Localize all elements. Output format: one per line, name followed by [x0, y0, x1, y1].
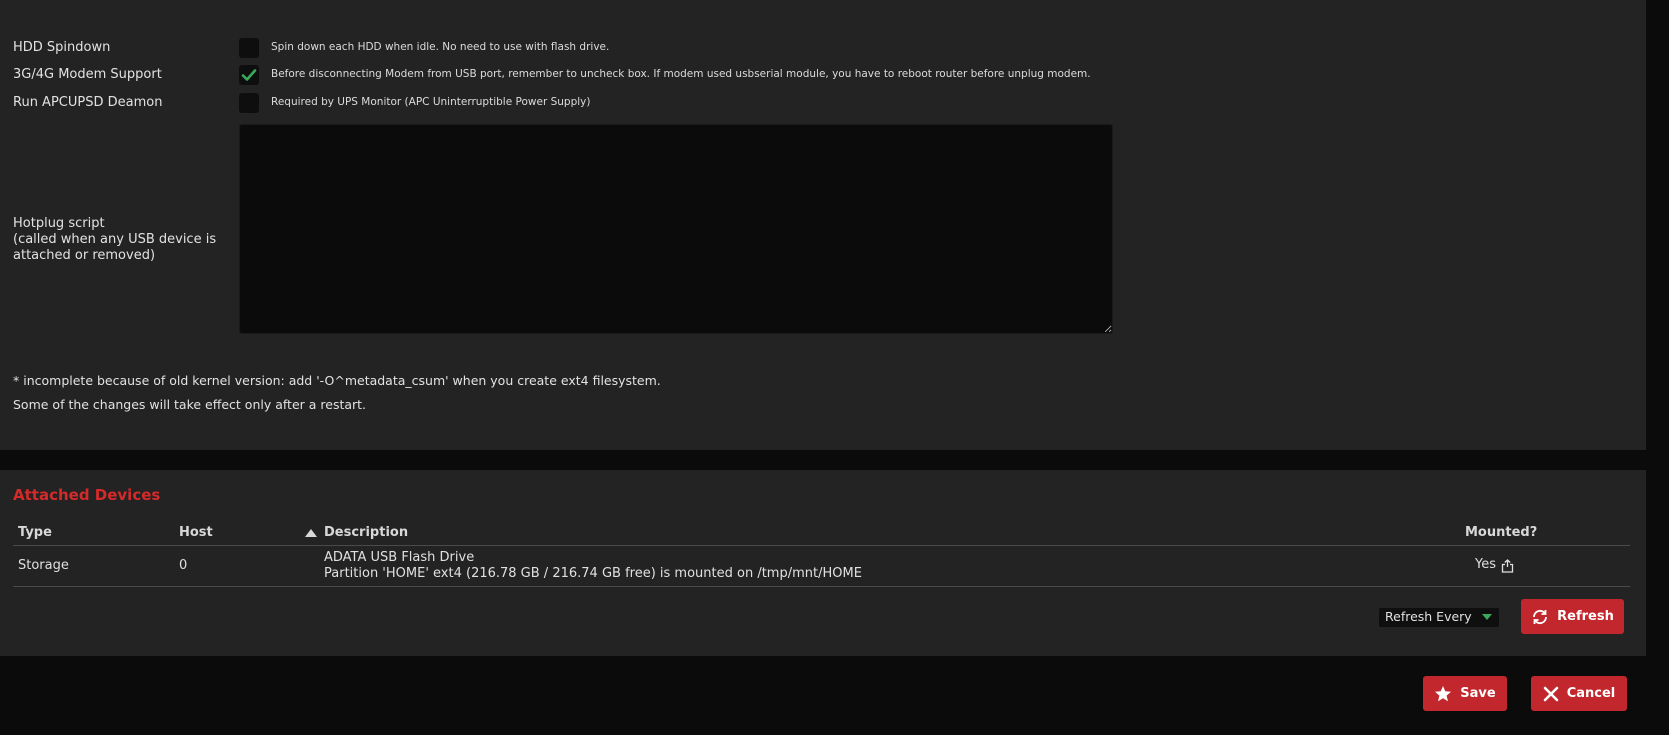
refresh-icon [1533, 609, 1548, 624]
device-type: Storage [18, 558, 69, 573]
refresh-button-label: Refresh [1557, 609, 1614, 624]
restart-note: Some of the changes will take effect onl… [13, 397, 367, 412]
close-icon [1543, 686, 1559, 701]
device-description-partition: Partition 'HOME' ext4 (216.78 GB / 216.7… [324, 566, 862, 581]
modem-support-hint: Before disconnecting Modem from USB port… [271, 68, 1091, 80]
hotplug-script-label: Hotplug script (called when any USB devi… [13, 216, 216, 264]
attached-devices-title: Attached Devices [13, 486, 161, 504]
check-icon [241, 69, 257, 81]
save-button-label: Save [1460, 686, 1496, 701]
sort-ascending-icon [305, 529, 317, 537]
refresh-button[interactable]: Refresh [1521, 599, 1624, 634]
hdd-spindown-checkbox[interactable] [239, 38, 259, 58]
cancel-button-label: Cancel [1566, 686, 1616, 701]
hdd-spindown-hint: Spin down each HDD when idle. No need to… [271, 41, 610, 53]
column-header-mounted[interactable]: Mounted? [1465, 525, 1537, 540]
hotplug-label-line2: (called when any USB device is [13, 232, 217, 247]
modem-support-label: 3G/4G Modem Support [13, 67, 162, 82]
column-header-description[interactable]: Description [324, 525, 408, 540]
star-icon [1435, 685, 1452, 701]
save-button[interactable]: Save [1423, 676, 1507, 711]
hotplug-label-line3: attached or removed) [13, 248, 156, 263]
attached-devices-panel [0, 470, 1646, 656]
modem-support-checkbox[interactable] [239, 65, 259, 85]
kernel-note: * incomplete because of old kernel versi… [13, 373, 661, 388]
hotplug-label-line1: Hotplug script [13, 216, 105, 231]
table-bottom-divider [13, 586, 1630, 587]
cancel-button[interactable]: Cancel [1531, 676, 1627, 711]
table-header-divider [13, 545, 1630, 546]
device-description-name: ADATA USB Flash Drive [324, 550, 475, 565]
refresh-every-select[interactable]: Refresh Every [1379, 608, 1499, 627]
hdd-spindown-label: HDD Spindown [13, 40, 111, 55]
apcupsd-hint: Required by UPS Monitor (APC Uninterrupt… [271, 96, 591, 108]
device-host: 0 [179, 558, 188, 573]
unmount-icon[interactable] [1501, 559, 1514, 573]
hotplug-script-textarea[interactable] [239, 124, 1113, 334]
device-mounted-status: Yes [1475, 557, 1496, 572]
column-header-type[interactable]: Type [18, 525, 52, 540]
apcupsd-checkbox[interactable] [239, 93, 259, 113]
apcupsd-label: Run APCUPSD Deamon [13, 95, 163, 110]
dropdown-caret-icon [1482, 614, 1492, 620]
column-header-host[interactable]: Host [179, 525, 213, 540]
refresh-every-value: Refresh Every [1385, 609, 1472, 624]
